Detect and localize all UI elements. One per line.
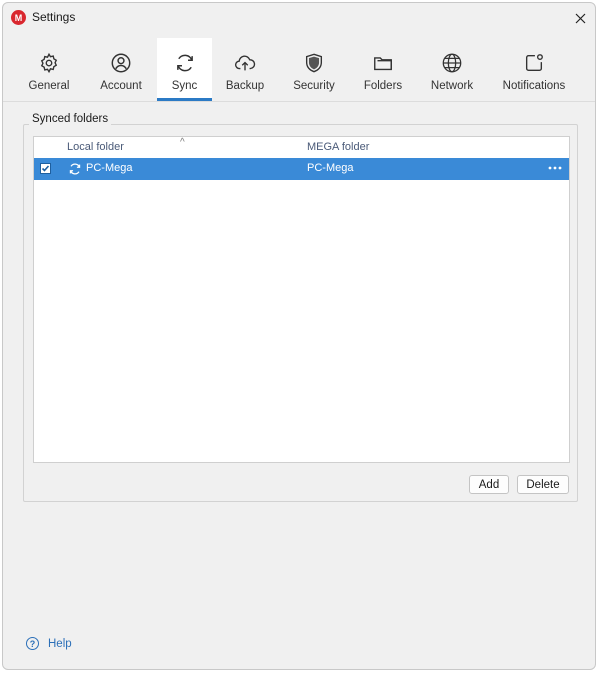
table-row[interactable]: PC-Mega PC-Mega: [34, 158, 569, 180]
settings-tab-bar: General Account Sync Backup Security Fol…: [3, 38, 595, 101]
sync-icon: [173, 51, 197, 75]
title-bar: M Settings: [3, 3, 595, 33]
tab-general-label: General: [28, 80, 70, 92]
notification-icon: [522, 51, 546, 75]
delete-button[interactable]: Delete: [517, 475, 569, 494]
column-header-local-folder[interactable]: Local folder: [67, 141, 124, 153]
column-header-mega-folder[interactable]: MEGA folder: [307, 141, 369, 153]
tab-backup[interactable]: Backup: [221, 38, 269, 101]
synced-folders-table[interactable]: Local folder ^ MEGA folder PC-Mega PC-Me…: [33, 136, 570, 463]
tab-network[interactable]: Network: [426, 38, 478, 101]
settings-window: M Settings General Account Sync Backup S…: [2, 2, 596, 670]
help-label: Help: [48, 637, 72, 650]
local-folder-cell: PC-Mega: [86, 162, 133, 174]
tab-network-label: Network: [430, 80, 474, 92]
mega-folder-cell: PC-Mega: [307, 162, 354, 174]
mega-logo-icon: M: [11, 10, 26, 25]
tab-security[interactable]: Security: [288, 38, 340, 101]
checkmark-icon: [41, 165, 50, 172]
tab-account[interactable]: Account: [91, 38, 151, 101]
tab-sync-label: Sync: [171, 80, 198, 92]
tab-backup-label: Backup: [225, 80, 265, 92]
help-link[interactable]: ? Help: [26, 637, 72, 650]
sync-status-icon: [68, 162, 82, 176]
more-options-icon[interactable]: [547, 160, 563, 176]
add-button[interactable]: Add: [469, 475, 509, 494]
window-title: Settings: [32, 10, 76, 24]
help-icon: ?: [26, 637, 39, 650]
globe-icon: [440, 51, 464, 75]
tab-general[interactable]: General: [20, 38, 78, 101]
sort-ascending-icon: ^: [180, 137, 185, 148]
tab-notifications-label: Notifications: [502, 80, 566, 92]
tab-folders[interactable]: Folders: [359, 38, 407, 101]
close-icon: [575, 13, 585, 23]
cloud-upload-icon: [233, 51, 257, 75]
close-button[interactable]: [569, 7, 591, 29]
tab-security-label: Security: [293, 80, 335, 92]
sync-enabled-checkbox[interactable]: [40, 163, 51, 174]
synced-folders-title: Synced folders: [29, 113, 112, 125]
gear-icon: [37, 51, 61, 75]
shield-icon: [302, 51, 326, 75]
tab-notifications[interactable]: Notifications: [501, 38, 567, 101]
tab-sync[interactable]: Sync: [157, 38, 212, 101]
tab-folders-label: Folders: [363, 80, 403, 92]
user-circle-icon: [109, 51, 133, 75]
folder-icon: [371, 51, 395, 75]
tab-account-label: Account: [100, 80, 142, 92]
toolbar-divider: [3, 101, 595, 102]
